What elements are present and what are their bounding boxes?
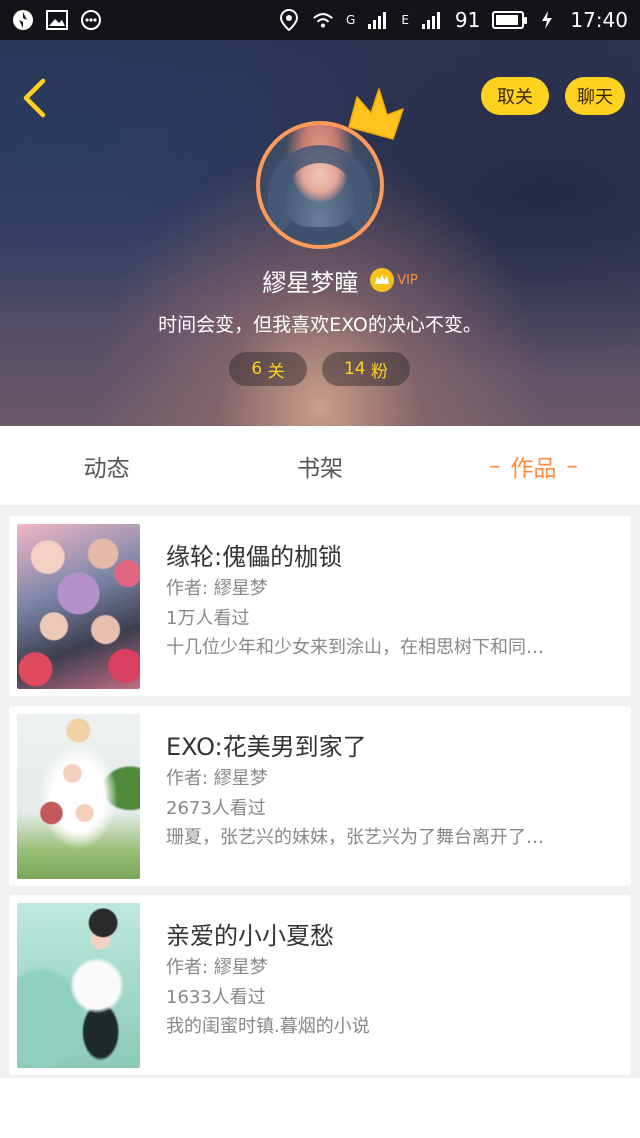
fans-count: 14 xyxy=(343,359,366,379)
tab-indicator-right: – xyxy=(566,452,578,479)
work-description: 珊夏，张艺兴的妹妹，张艺兴为了舞台离开了… xyxy=(166,827,544,848)
tab-bookshelf[interactable]: 书架 xyxy=(213,426,426,505)
work-title: 缘轮:傀儡的枷锁 xyxy=(166,543,343,571)
status-right: G E 91 17:40 xyxy=(278,8,628,32)
username: 繆星梦瞳 xyxy=(262,268,359,297)
profile-tabs: 动态 书架 – 作品 – xyxy=(0,426,640,505)
unfollow-button[interactable]: 取关 xyxy=(481,77,549,115)
work-author: 作者: 繆星梦 xyxy=(166,578,268,599)
work-cover-image xyxy=(17,714,140,879)
avatar-image xyxy=(268,145,372,245)
tab-label: 动态 xyxy=(83,455,130,482)
chevron-left-icon xyxy=(23,78,46,118)
signature: 时间会变，但我喜欢EXO的决心不变。 xyxy=(158,314,482,336)
message-icon xyxy=(80,9,102,31)
work-views: 1万人看过 xyxy=(166,608,250,629)
work-card[interactable]: 缘轮:傀儡的枷锁 作者: 繆星梦 1万人看过 十几位少年和少女来到涂山，在相思树… xyxy=(9,516,631,696)
work-views: 2673人看过 xyxy=(166,798,266,819)
status-left xyxy=(12,9,102,31)
work-description: 我的闺蜜时镇.暮烟的小说 xyxy=(166,1016,370,1037)
username-row: 繆星梦瞳 VIP xyxy=(0,263,640,297)
clock: 17:40 xyxy=(570,8,628,32)
tab-indicator-left: – xyxy=(488,452,501,479)
sync-icon xyxy=(12,9,34,31)
chat-button[interactable]: 聊天 xyxy=(565,77,625,115)
work-author: 作者: 繆星梦 xyxy=(166,957,268,978)
image-icon xyxy=(46,9,68,31)
network-g-label: G xyxy=(346,13,356,27)
tab-moments[interactable]: 动态 xyxy=(0,426,213,505)
status-bar: G E 91 17:40 xyxy=(0,0,640,40)
following-label: 关 xyxy=(267,361,285,382)
vip-badge: VIP xyxy=(370,268,418,292)
vip-label: VIP xyxy=(397,272,418,288)
vip-crown-icon xyxy=(370,268,395,292)
work-card[interactable]: 亲爱的小小夏愁 作者: 繆星梦 1633人看过 我的闺蜜时镇.暮烟的小说 xyxy=(9,895,631,1075)
following-count-button[interactable]: 6 关 xyxy=(229,352,307,386)
following-count: 6 xyxy=(251,359,263,379)
location-icon xyxy=(278,9,300,31)
work-description: 十几位少年和少女来到涂山，在相思树下和同… xyxy=(166,637,544,658)
profile-header: 取关 聊天 繆星梦瞳 VIP 时间会变，但我喜欢EXO的决心不变。 6 关 14… xyxy=(0,40,640,426)
work-cover-image xyxy=(17,524,140,689)
tab-label: 书架 xyxy=(296,455,343,482)
network-e-label: E xyxy=(401,13,409,27)
work-card[interactable]: EXO:花美男到家了 作者: 繆星梦 2673人看过 珊夏，张艺兴的妹妹，张艺兴… xyxy=(9,706,631,886)
fans-label: 粉 xyxy=(371,361,389,382)
avatar-wrapper[interactable] xyxy=(256,88,404,249)
work-title: 亲爱的小小夏愁 xyxy=(166,922,334,950)
back-button[interactable] xyxy=(14,76,54,120)
fans-count-button[interactable]: 14 粉 xyxy=(322,352,410,386)
signal-icon xyxy=(367,9,389,31)
crown-icon xyxy=(348,88,404,140)
work-views: 1633人看过 xyxy=(166,987,266,1008)
tab-label: 作品 xyxy=(510,455,557,482)
work-title: EXO:花美男到家了 xyxy=(166,733,367,761)
wifi-icon xyxy=(312,9,334,31)
charging-icon xyxy=(536,9,558,31)
work-author: 作者: 繆星梦 xyxy=(166,768,268,789)
battery-icon xyxy=(492,11,528,29)
stats-row: 6 关 14 粉 xyxy=(0,352,640,388)
tab-works[interactable]: – 作品 – xyxy=(427,426,640,505)
signal-icon xyxy=(421,9,443,31)
work-cover-image xyxy=(17,903,140,1068)
battery-level: 91 xyxy=(454,8,481,32)
